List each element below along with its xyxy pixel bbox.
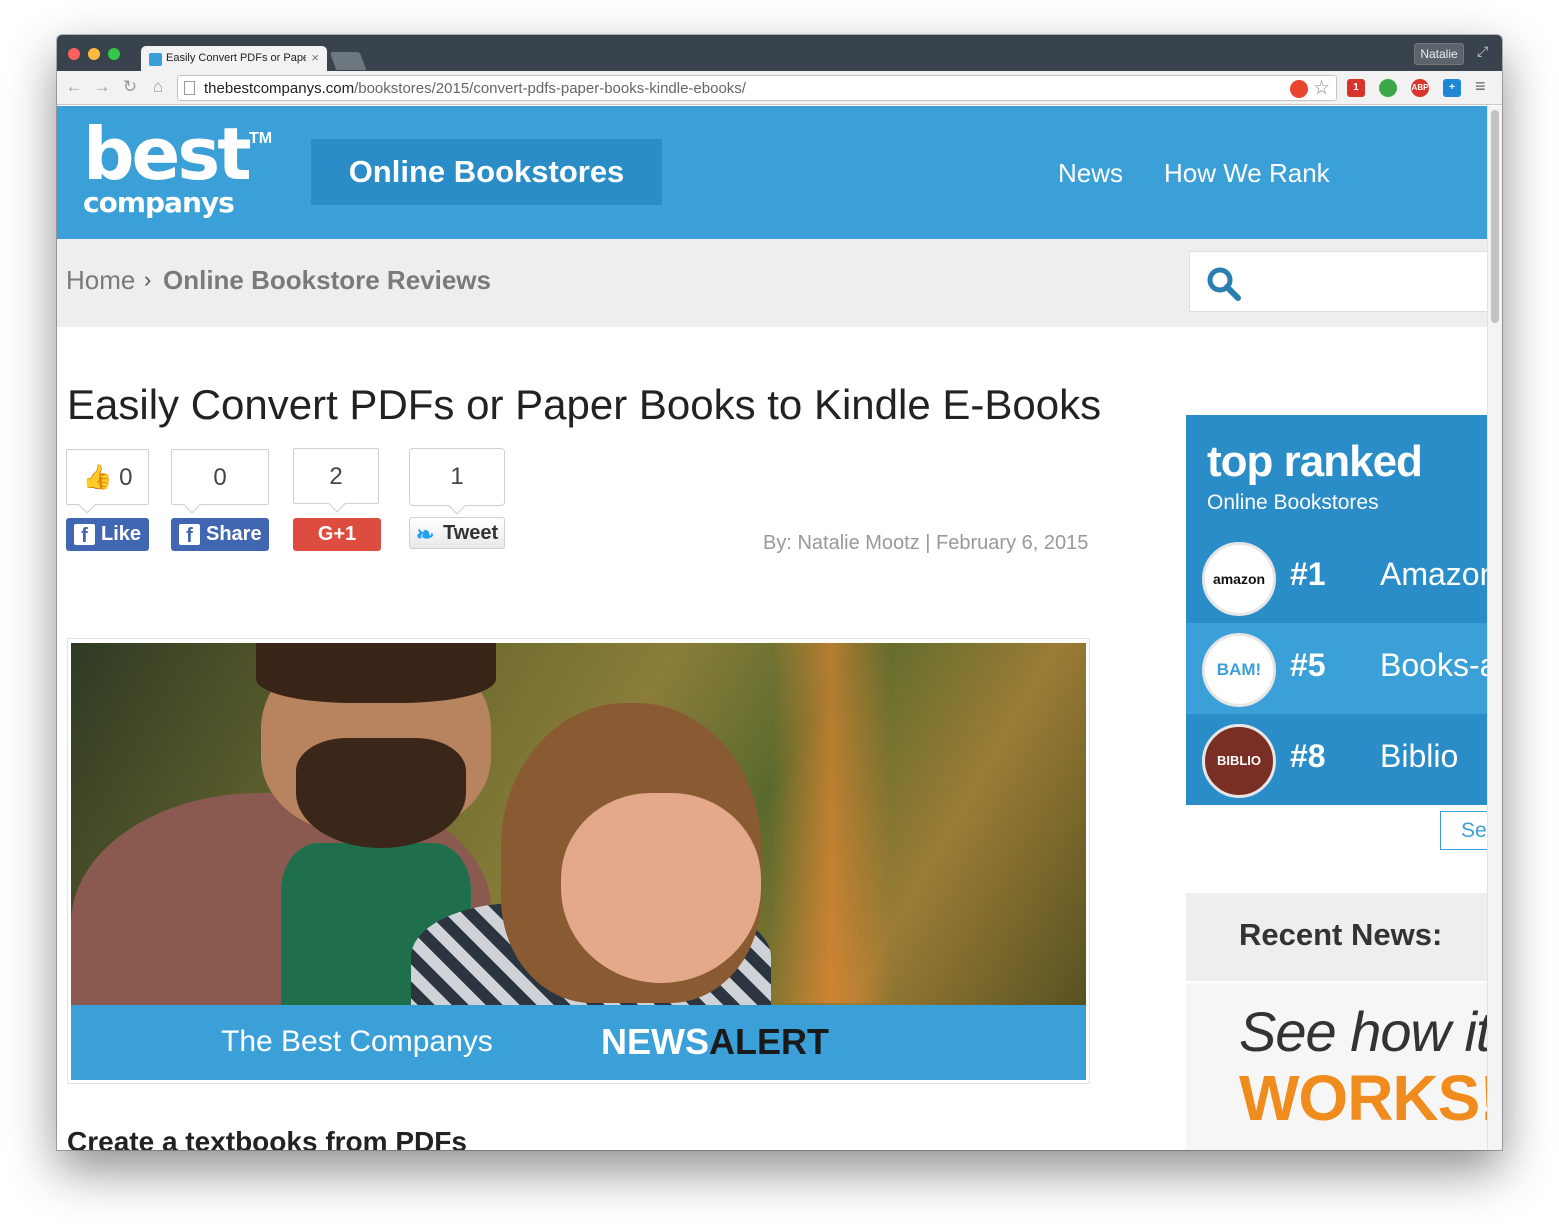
top-ranked-subtitle: Online Bookstores: [1207, 491, 1379, 514]
google-plus-button[interactable]: G+1: [293, 518, 381, 551]
promo-line-2: WORKS!: [1239, 1062, 1487, 1134]
breadcrumb-separator-icon: ›: [144, 267, 152, 292]
blocker-icon[interactable]: [1290, 80, 1308, 98]
facebook-share-button[interactable]: f Share: [171, 518, 269, 551]
menu-icon[interactable]: ≡: [1475, 76, 1486, 97]
site-logo[interactable]: best TM companys: [83, 112, 272, 219]
extension-badge-icon[interactable]: 1: [1347, 79, 1365, 97]
extension-badge-count: 1: [1353, 82, 1359, 93]
like-count: 0: [119, 464, 133, 491]
rank-row[interactable]: BAM! #5 Books-a-Million: [1186, 623, 1487, 714]
back-icon[interactable]: ←: [63, 77, 85, 97]
article-title: Easily Convert PDFs or Paper Books to Ki…: [67, 381, 1102, 428]
see-all-button[interactable]: See All: [1440, 811, 1487, 850]
tweet-label: Tweet: [443, 522, 499, 544]
home-icon[interactable]: ⌂: [147, 77, 169, 97]
forward-icon[interactable]: →: [91, 77, 113, 97]
facebook-like-button[interactable]: f Like: [66, 518, 149, 551]
facebook-icon: f: [74, 524, 95, 547]
logo-trademark: TM: [249, 130, 273, 147]
search-input[interactable]: [1189, 251, 1487, 312]
top-ranked-title: top ranked: [1207, 437, 1423, 486]
rank-number: #5: [1290, 647, 1326, 683]
like-count-box: 👍 0: [66, 449, 149, 514]
share-count-box: 0: [171, 449, 269, 514]
rank-company-name: Amazon: [1380, 556, 1487, 592]
breadcrumb-current[interactable]: Online Bookstore Reviews: [163, 265, 491, 296]
recent-news-title: Recent News:: [1239, 917, 1443, 952]
rank-row[interactable]: BIBLIO #8 Biblio: [1186, 714, 1487, 805]
banner-news: NEWS: [601, 1021, 709, 1062]
hero-image: The Best Companys NEWSALERT: [71, 643, 1086, 1080]
rank-company-name: Biblio: [1380, 738, 1459, 774]
tab-close-icon[interactable]: ×: [311, 50, 319, 65]
bookmark-star-icon[interactable]: ☆: [1313, 77, 1330, 100]
minimize-window-button[interactable]: [88, 48, 100, 60]
new-tab-button[interactable]: [329, 52, 367, 70]
breadcrumb-home-link[interactable]: Home: [66, 265, 135, 296]
adblock-label: ABP: [1411, 83, 1429, 92]
share-count: 0: [213, 464, 227, 491]
tab-title: Easily Convert PDFs or Paper Books to Ki…: [166, 52, 306, 64]
like-label: Like: [101, 523, 142, 545]
category-button[interactable]: Online Bookstores: [311, 139, 662, 205]
logo-companys: companys: [83, 186, 235, 219]
reload-icon[interactable]: ↻: [119, 77, 141, 97]
news-alert-banner: The Best Companys NEWSALERT: [71, 1005, 1086, 1080]
banner-brand-text: The Best Companys: [221, 1025, 493, 1058]
vertical-scrollbar[interactable]: [1487, 106, 1502, 1150]
tweet-count-box: 1: [409, 448, 505, 515]
nav-how-we-rank-link[interactable]: How We Rank: [1164, 158, 1330, 189]
rank-company-name: Books-a-Million: [1380, 647, 1487, 683]
site-favicon-icon: [149, 53, 162, 66]
rank-number: #8: [1290, 738, 1326, 774]
page-viewport: best TM companys Online Bookstores News …: [57, 106, 1487, 1150]
maximize-window-button[interactable]: [108, 48, 120, 60]
twitter-bird-icon: ❧: [416, 522, 435, 547]
nav-news-link[interactable]: News: [1058, 158, 1123, 189]
address-bar[interactable]: thebestcompanys.com/bookstores/2015/conv…: [177, 75, 1337, 101]
promo-line-1: See how it: [1239, 1000, 1487, 1063]
gplus-count-box: 2: [293, 448, 379, 513]
rank-row[interactable]: amazon #1 Amazon: [1186, 532, 1487, 623]
site-header: best TM companys Online Bookstores News …: [57, 106, 1487, 239]
rank-number: #1: [1290, 556, 1326, 592]
article-subheading: Create a textbooks from PDFs: [67, 1126, 467, 1150]
tweet-button[interactable]: ❧ Tweet: [409, 517, 505, 549]
fullscreen-icon[interactable]: ⤢: [1477, 43, 1495, 61]
banner-alert: ALERT: [709, 1021, 829, 1062]
close-window-button[interactable]: [68, 48, 80, 60]
article-byline: By: Natalie Mootz | February 6, 2015: [763, 532, 1089, 554]
page-icon: [184, 81, 195, 95]
browser-window: Easily Convert PDFs or Paper Books to Ki…: [57, 35, 1502, 1150]
amazon-logo: amazon: [1202, 542, 1276, 616]
adblock-icon[interactable]: ABP: [1411, 79, 1429, 97]
facebook-icon: f: [179, 524, 200, 547]
browser-tab[interactable]: Easily Convert PDFs or Paper Books to Ki…: [141, 46, 327, 72]
banner-news-alert-text: NEWSALERT: [601, 1021, 829, 1063]
vertical-scroll-thumb[interactable]: [1491, 110, 1499, 323]
biblio-logo: BIBLIO: [1202, 724, 1276, 798]
how-it-works-promo[interactable]: See how it WORKS!: [1186, 983, 1487, 1150]
search-icon[interactable]: [1204, 264, 1244, 304]
recent-news-header: Recent News:: [1186, 893, 1487, 981]
profile-button[interactable]: Natalie: [1414, 43, 1464, 65]
share-label: Share: [206, 523, 262, 545]
url-path: /bookstores/2015/convert-pdfs-paper-book…: [354, 80, 746, 97]
title-bar: Easily Convert PDFs or Paper Books to Ki…: [57, 35, 1502, 72]
hero-image-frame: The Best Companys NEWSALERT: [67, 638, 1090, 1084]
tweet-count: 1: [450, 463, 464, 490]
sync-extension-icon[interactable]: [1379, 79, 1397, 97]
logo-best: best: [83, 112, 252, 196]
plus-extension-icon[interactable]: +: [1443, 79, 1461, 97]
thumbs-up-icon: 👍: [82, 464, 113, 491]
bam-logo: BAM!: [1202, 633, 1276, 707]
gplus-count: 2: [329, 463, 343, 490]
breadcrumb: Home › Online Bookstore Reviews: [57, 239, 1487, 327]
url-text: thebestcompanys.com/bookstores/2015/conv…: [204, 80, 746, 97]
top-ranked-widget: top ranked Online Bookstores amazon #1 A…: [1186, 415, 1487, 805]
browser-toolbar: ← → ↻ ⌂ thebestcompanys.com/bookstores/2…: [57, 71, 1502, 105]
url-host: thebestcompanys.com: [204, 80, 355, 97]
